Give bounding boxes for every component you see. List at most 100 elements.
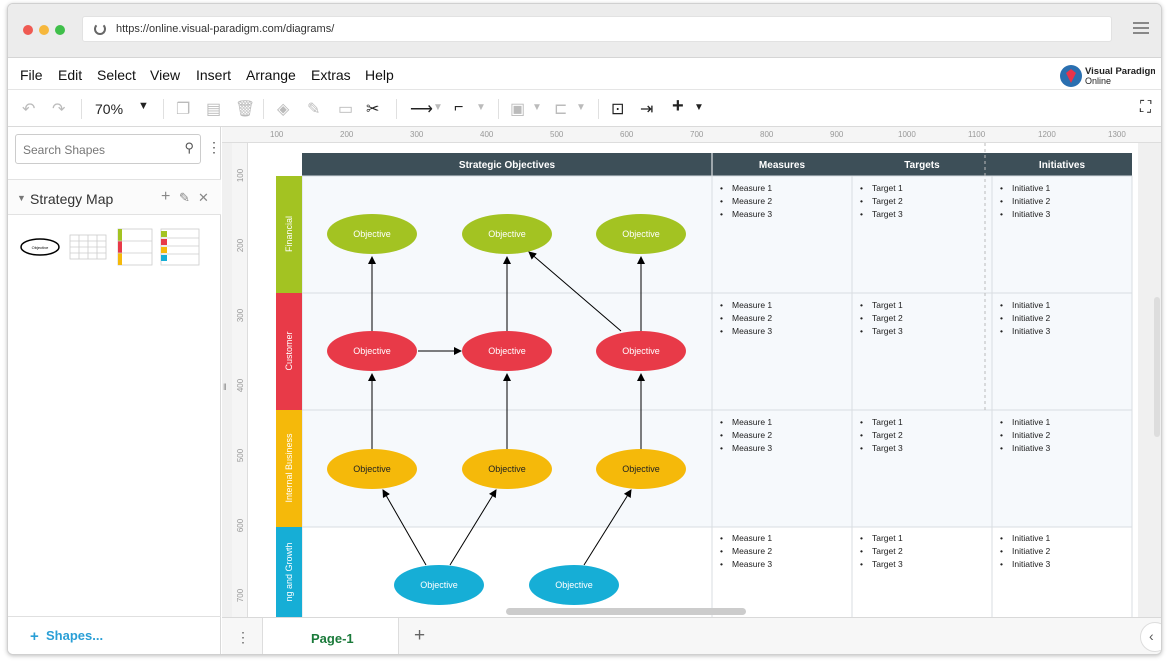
initiative-item: Initiative 1: [1012, 183, 1051, 193]
initiative-item: Initiative 2: [1012, 313, 1051, 323]
align-dropdown-icon[interactable]: ▼: [576, 102, 586, 113]
ruler-tick-label: 800: [760, 130, 774, 139]
shadow-icon[interactable]: ▭: [338, 99, 353, 119]
arrange-dropdown-icon[interactable]: ▼: [532, 102, 542, 113]
menubar: File Edit Select View Insert Arrange Ext…: [8, 59, 1161, 89]
shape-thumbnails[interactable]: Objective: [18, 227, 208, 267]
bullet-mark: •: [720, 313, 723, 323]
fill-color-icon[interactable]: ◈: [277, 99, 289, 119]
thumb-strategy-template: [117, 228, 153, 266]
close-window-dot[interactable]: [23, 25, 33, 35]
more-shapes-link[interactable]: Shapes...: [46, 628, 103, 643]
undo-icon[interactable]: ↶: [22, 99, 35, 119]
bullet-mark: •: [860, 313, 863, 323]
bullet-mark: •: [1000, 313, 1003, 323]
redo-icon[interactable]: ↷: [52, 99, 65, 119]
menu-view[interactable]: View: [150, 67, 180, 83]
brand-logo: Visual Paradigm Online: [1059, 63, 1159, 87]
vertical-ruler: 100 200 300 400 500 600 700: [232, 143, 248, 617]
horizontal-scrollbar[interactable]: [506, 608, 746, 615]
objective-label: Objective: [622, 464, 660, 474]
menu-arrange[interactable]: Arrange: [246, 67, 296, 83]
target-item: Target 3: [872, 443, 903, 453]
close-icon[interactable]: ✕: [198, 190, 209, 206]
connector-dropdown-icon[interactable]: ▼: [433, 102, 443, 113]
diagram-canvas[interactable]: 100 200 300 400 500 600 700 800 900 1000…: [222, 127, 1161, 617]
align-icon[interactable]: ⊏: [554, 99, 567, 119]
zoom-level[interactable]: 70%: [95, 101, 123, 117]
menu-file[interactable]: File: [20, 67, 43, 83]
ruler-tick-label: 300: [410, 130, 424, 139]
waypoint-style-icon[interactable]: ⌐: [454, 99, 463, 117]
page-tab-label: Page-1: [311, 631, 354, 646]
address-bar[interactable]: https://online.visual-paradigm.com/diagr…: [82, 16, 1112, 42]
panel-resize-handle[interactable]: ‖: [223, 382, 227, 392]
menu-extras[interactable]: Extras: [311, 67, 351, 83]
add-shape-icon[interactable]: +: [161, 188, 170, 206]
ruler-tick-label: 100: [236, 168, 246, 183]
ruler-tick-label: 700: [690, 130, 704, 139]
arrange-front-icon[interactable]: ▣: [510, 99, 525, 119]
collapse-panel-button[interactable]: ‹: [1140, 622, 1161, 652]
thumb-strategy-list: [160, 228, 200, 266]
bullet-mark: •: [860, 533, 863, 543]
initiative-item: Initiative 3: [1012, 559, 1051, 569]
edit-icon[interactable]: ✎: [179, 190, 190, 206]
insert-dropdown-icon[interactable]: ▼: [694, 102, 704, 113]
minimize-window-dot[interactable]: [39, 25, 49, 35]
measure-item: Measure 3: [732, 559, 772, 569]
objective-label: Objective: [488, 464, 526, 474]
maximize-window-dot[interactable]: [55, 25, 65, 35]
format-painter-icon[interactable]: ✂: [366, 99, 379, 119]
reload-icon[interactable]: [94, 23, 106, 35]
zoom-dropdown-icon[interactable]: ▼: [138, 100, 149, 112]
bullet-mark: •: [1000, 443, 1003, 453]
fit-page-icon[interactable]: ⊡: [611, 99, 624, 119]
objective-label: Objective: [622, 346, 660, 356]
shapes-sidebar: Search Shapes ⚲ ⋮ ▼ Strategy Map + ✎ ✕ O…: [8, 127, 221, 654]
diagram-page[interactable]: Strategic Objectives Measures Targets In…: [248, 143, 1138, 617]
menu-help[interactable]: Help: [365, 67, 394, 83]
chevron-left-icon: ‹: [1149, 628, 1154, 644]
delete-icon[interactable]: 🗑: [235, 99, 255, 119]
sidebar-footer: + Shapes...: [8, 616, 221, 654]
add-shapes-icon[interactable]: +: [30, 628, 39, 645]
bullet-mark: •: [1000, 300, 1003, 310]
page-width-icon[interactable]: ⇥: [640, 99, 653, 119]
menu-insert[interactable]: Insert: [196, 67, 231, 83]
bullet-mark: •: [720, 183, 723, 193]
strategy-map-diagram[interactable]: Strategic Objectives Measures Targets In…: [248, 143, 1138, 617]
thumb-oval-label: Objective: [32, 245, 49, 250]
add-page-icon[interactable]: +: [414, 625, 425, 647]
initiative-item: Initiative 2: [1012, 430, 1051, 440]
line-color-icon[interactable]: ✎: [307, 99, 320, 119]
bullet-mark: •: [1000, 183, 1003, 193]
page-tab[interactable]: Page-1: [262, 618, 399, 654]
target-item: Target 3: [872, 209, 903, 219]
waypoint-dropdown-icon[interactable]: ▼: [476, 102, 486, 113]
browser-menu-icon[interactable]: [1133, 22, 1149, 37]
initiative-item: Initiative 3: [1012, 209, 1051, 219]
ruler-tick-label: 1200: [1038, 130, 1056, 139]
menu-edit[interactable]: Edit: [58, 67, 82, 83]
perspective-label: ng and Growth: [284, 542, 294, 601]
paste-icon[interactable]: ▤: [206, 99, 221, 119]
pages-menu-icon[interactable]: ⋮: [236, 629, 250, 646]
menu-select[interactable]: Select: [97, 67, 136, 83]
strategy-map-section[interactable]: ▼ Strategy Map + ✎ ✕: [8, 179, 221, 215]
target-item: Target 1: [872, 183, 903, 193]
fullscreen-icon[interactable]: ⛶: [1140, 99, 1151, 117]
ruler-tick-label: 100: [270, 130, 284, 139]
search-icon[interactable]: ⚲: [184, 140, 194, 156]
search-shapes-input[interactable]: Search Shapes ⚲: [15, 134, 201, 164]
url-text: https://online.visual-paradigm.com/diagr…: [116, 23, 335, 35]
vertical-scrollbar[interactable]: [1154, 297, 1160, 437]
more-options-icon[interactable]: ⋮: [207, 139, 221, 156]
target-item: Target 1: [872, 533, 903, 543]
insert-plus-icon[interactable]: +: [672, 95, 684, 118]
measure-item: Measure 2: [732, 196, 772, 206]
connector-style-icon[interactable]: ⟶: [410, 99, 433, 119]
initiative-item: Initiative 1: [1012, 417, 1051, 427]
copy-icon[interactable]: ❐: [176, 99, 190, 119]
collapse-icon[interactable]: ▼: [17, 193, 26, 203]
